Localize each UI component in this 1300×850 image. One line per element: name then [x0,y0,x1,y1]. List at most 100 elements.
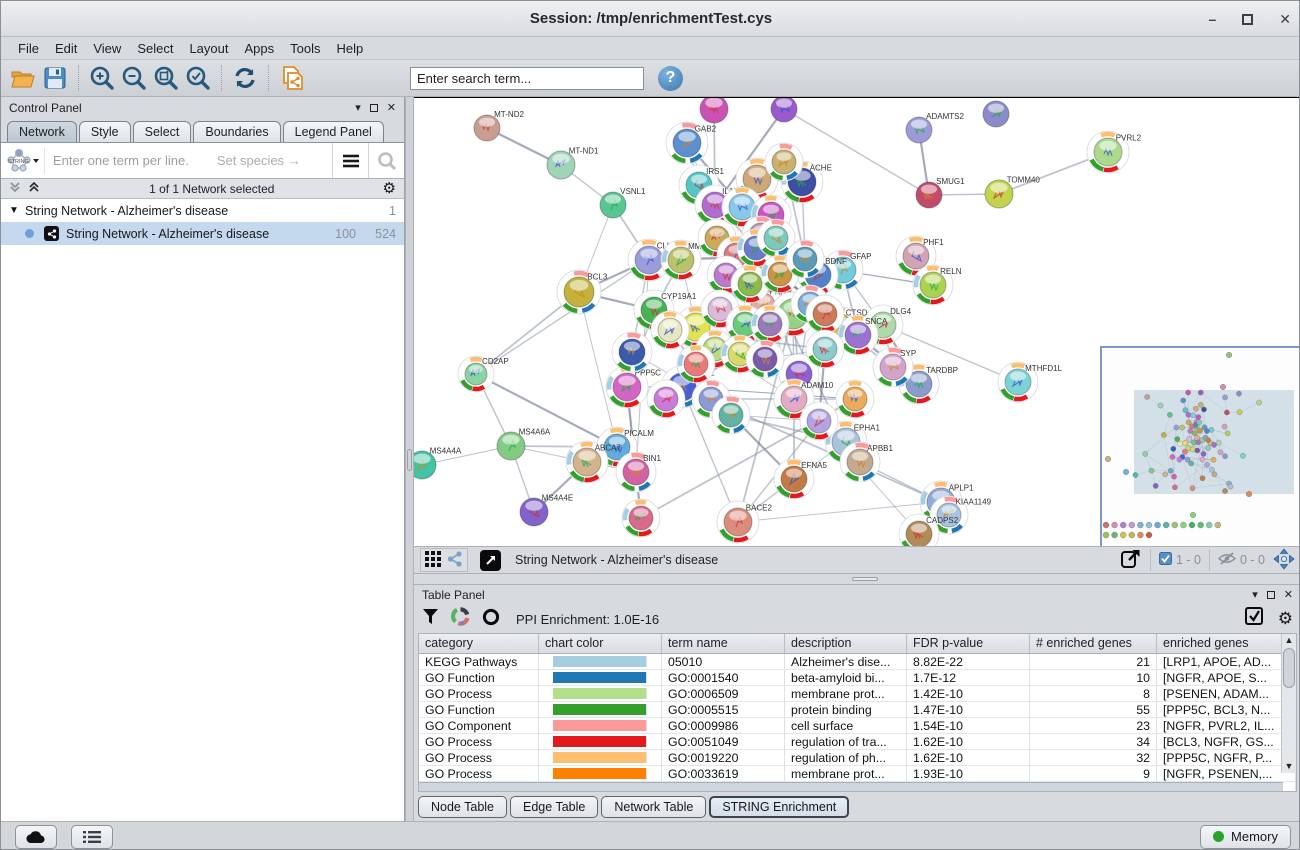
table-vertical-scrollbar[interactable]: ▲▼ [1281,634,1296,773]
network-node[interactable] [612,332,652,372]
network-collection-row[interactable]: ▼ String Network - Alzheimer's disease 1 [1,199,404,222]
menu-layout[interactable]: Layout [182,39,235,58]
table-row[interactable]: GO ProcessGO:0019220regulation of ph...1… [419,750,1296,766]
network-node[interactable] [765,143,803,181]
zoom-out-icon[interactable] [120,64,148,92]
string-search-input[interactable]: Enter one term per line. Set species → [45,153,332,168]
network-node[interactable] [712,396,750,434]
zoom-in-icon[interactable] [88,64,116,92]
network-node[interactable]: ADAMTS2 [906,112,964,143]
maximize-icon[interactable] [1242,14,1253,25]
network-node[interactable]: MS4A4E [520,493,573,526]
network-node[interactable]: BCL3 [557,270,608,314]
network-node[interactable]: EFNA5 [774,459,827,499]
network-options-gear-icon[interactable]: ⚙ [383,181,396,196]
birdseye-toggle-icon[interactable] [1273,548,1295,573]
network-node[interactable] [800,402,838,440]
column-header[interactable]: description [785,634,907,653]
table-horizontal-scrollbar[interactable] [419,782,1283,791]
table-close-icon[interactable]: ✕ [1284,588,1293,601]
table-splitter[interactable] [414,574,1300,584]
string-menu-icon[interactable] [332,143,368,178]
table-row[interactable]: GO ProcessGO:0051049regulation of tra...… [419,734,1296,750]
network-node[interactable] [836,380,874,418]
export-view-icon[interactable] [1120,548,1142,573]
table-row[interactable]: GO ProcessGO:0006509membrane prot...1.42… [419,686,1296,702]
menu-edit[interactable]: Edit [48,39,84,58]
select-rows-checkbox-icon[interactable] [1245,607,1264,631]
network-node[interactable]: MS4A6A [497,427,551,460]
panel-splitter[interactable] [405,97,414,821]
network-node[interactable] [786,240,824,278]
network-node[interactable] [700,98,728,123]
network-node[interactable] [806,295,844,333]
panel-collapse-icon[interactable]: ▾ [355,101,361,114]
tab-style[interactable]: Style [79,121,131,142]
network-node[interactable] [622,499,660,537]
memory-button[interactable]: Memory [1200,825,1291,849]
selected-nodes-checkbox-icon[interactable] [1159,552,1172,568]
network-node[interactable] [983,101,1009,127]
network-node[interactable]: APBB1 [840,442,893,482]
tree-expander-icon[interactable]: ▼ [9,205,25,216]
help-icon[interactable]: ? [658,66,683,91]
search-input[interactable] [410,67,644,90]
hidden-items-eye-icon[interactable] [1218,552,1236,568]
menu-apps[interactable]: Apps [238,39,282,58]
column-header[interactable]: category [419,634,539,653]
tab-legend-panel[interactable]: Legend Panel [283,121,384,142]
network-node[interactable]: BACE2 [717,501,772,543]
filter-icon[interactable] [422,608,439,630]
network-node[interactable]: MT-ND2 [474,110,524,141]
column-header[interactable]: enriched genes [1157,634,1296,653]
network-node[interactable]: RELN [913,265,962,305]
menu-file[interactable]: File [11,39,46,58]
network-view[interactable]: MT-ND2MT-ND1VSNL1GAB2IRS1CHATACHEIL1BAPO… [414,97,1300,546]
panel-float-icon[interactable] [370,104,378,112]
network-node[interactable] [651,311,689,349]
zoom-fit-icon[interactable] [152,64,180,92]
menu-view[interactable]: View [86,39,128,58]
table-row[interactable]: GO FunctionGO:0001540beta-amyloid bi...1… [419,670,1296,686]
tab-select[interactable]: Select [133,121,192,142]
tab-edge-table[interactable]: Edge Table [510,796,598,818]
network-node[interactable]: BIN1 [616,452,661,492]
menu-tools[interactable]: Tools [283,39,327,58]
tab-string-enrichment[interactable]: STRING Enrichment [709,796,849,818]
menu-help[interactable]: Help [330,39,371,58]
network-node[interactable] [751,305,789,343]
network-row[interactable]: String Network - Alzheimer's disease 100… [1,222,404,245]
column-header[interactable]: chart color [539,634,662,653]
task-list-button[interactable] [71,825,113,849]
open-session-icon[interactable] [9,64,37,92]
column-header[interactable]: FDR p-value [907,634,1030,653]
tab-network[interactable]: Network [7,121,77,142]
string-logo-icon[interactable]: STRING [1,148,45,174]
detach-view-icon[interactable] [480,550,501,571]
table-row[interactable]: GO ComponentGO:0009986cell surface1.54E-… [419,718,1296,734]
tab-network-table[interactable]: Network Table [601,796,706,818]
copy-network-icon[interactable] [278,64,306,92]
chart-settings-icon[interactable] [451,607,470,631]
share-network-icon[interactable] [447,551,463,570]
save-session-icon[interactable] [41,64,69,92]
birdseye-view[interactable] [1101,347,1300,547]
table-float-icon[interactable] [1267,591,1275,599]
network-node[interactable]: PVRL2 [1087,131,1142,173]
refresh-icon[interactable] [231,64,259,92]
table-row[interactable]: KEGG Pathways05010Alzheimer's dise...8.8… [419,654,1296,670]
network-node[interactable] [806,330,844,368]
grid-view-icon[interactable] [425,551,441,570]
network-node[interactable]: MTHFD1L [998,362,1063,402]
network-node[interactable]: TOMM40 [985,175,1040,208]
table-row[interactable]: GO FunctionGO:0005515protein binding1.47… [419,702,1296,718]
tab-node-table[interactable]: Node Table [418,796,507,818]
task-history-button[interactable] [15,825,57,849]
table-row[interactable]: GO ProcessGO:0033619membrane prot...1.93… [419,766,1296,782]
menu-select[interactable]: Select [130,39,180,58]
network-node[interactable] [647,380,685,418]
panel-close-icon[interactable]: ✕ [387,101,396,114]
close-icon[interactable]: ✕ [1279,12,1291,26]
ring-chart-icon[interactable] [482,608,500,631]
network-node[interactable]: MS4A4A [414,446,462,479]
